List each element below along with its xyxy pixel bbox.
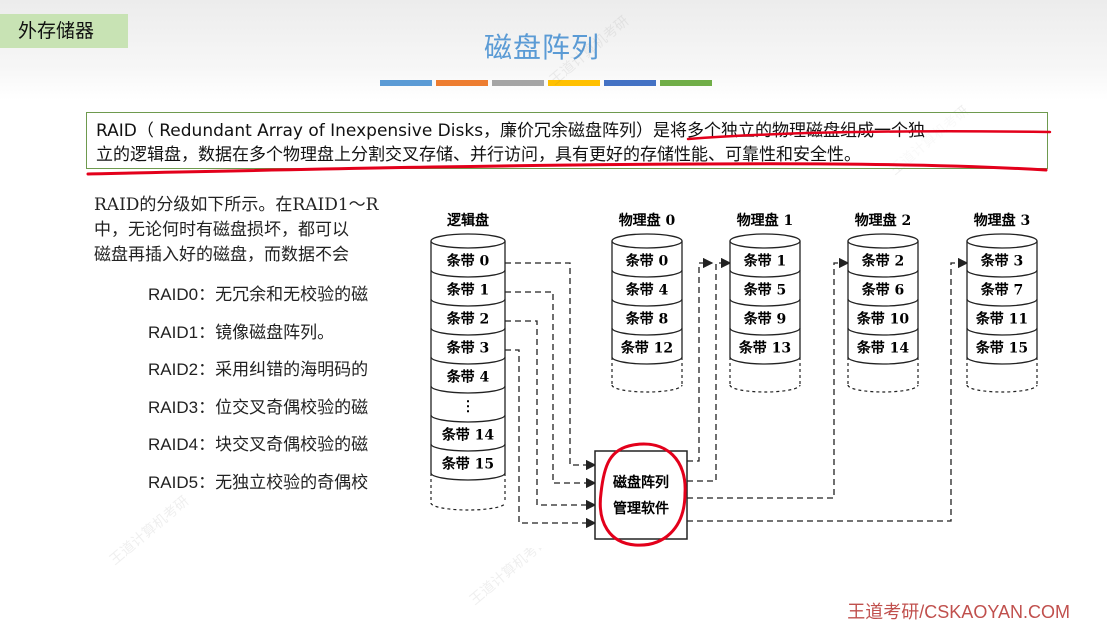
stripe-label: ⋮	[461, 399, 475, 415]
disk-cylinder: 条带 0 条带 1 条带 2 条带 3 条带 4 ⋮ 条带 14 条带 15 逻辑盘	[430, 212, 506, 511]
raid-level-list: RAID0：无冗余和无校验的磁 RAID1：镜像磁盘阵列。 RAID2：采用纠错…	[148, 283, 416, 508]
stripe-label: 条带 12	[620, 340, 673, 357]
accent-bar	[436, 80, 488, 86]
dashed-arrow	[505, 349, 597, 529]
disk-cylinder: 条带 0 条带 4 条带 8 条带 12 物理盘 0	[611, 212, 683, 393]
raid-level-code: RAID0：	[148, 285, 216, 304]
raid-level-item: RAID4：块交叉奇偶校验的磁	[148, 433, 416, 471]
raid-level-code: RAID3：	[148, 397, 216, 417]
stripe-label: 条带 6	[861, 282, 905, 299]
raid-level-code: RAID2：	[148, 360, 216, 379]
stripe-label: 条带 11	[975, 311, 1028, 328]
intro-line-3: 磁盘再插入好的磁盘，而数据不会	[94, 245, 349, 265]
raid-level-code: RAID4：	[148, 435, 216, 454]
raid-level-desc: 镜像磁盘阵列。	[215, 322, 335, 343]
disk-group: 条带 0条带 1条带 2条带 3条带 4⋮条带 14条带 15逻辑盘条带 0条带…	[430, 212, 1038, 511]
raid-level-item: RAID5：无独立校验的奇偶校	[148, 471, 416, 509]
raid-level-item: RAID3：位交叉奇偶校验的磁	[148, 396, 416, 434]
stripe-label: 条带 13	[738, 340, 791, 357]
stripe-label: 条带 1	[743, 253, 787, 270]
accent-bar	[380, 80, 432, 86]
disk-label: 物理盘 2	[855, 212, 912, 229]
stripe-label: 条带 0	[625, 253, 669, 270]
raid-level-desc: 无独立校验的奇偶校	[215, 472, 369, 493]
raid-level-item: RAID1：镜像磁盘阵列。	[148, 321, 416, 359]
stripe-label: 条带 1	[446, 282, 490, 299]
software-box-label-2: 管理软件	[613, 500, 669, 517]
raid-level-item: RAID2：采用纠错的海明码的	[148, 358, 416, 396]
stripe-label: 条带 8	[625, 311, 669, 328]
stripe-label: 条带 0	[446, 253, 490, 270]
disk-cylinder: 条带 1 条带 5 条带 9 条带 13 物理盘 1	[729, 212, 801, 393]
disk-cylinder: 条带 2 条带 6 条带 10 条带 14 物理盘 2	[847, 212, 919, 393]
raid-level-code: RAID5：	[148, 472, 216, 492]
definition-line-2: 立的逻辑盘，数据在多个物理盘上分割交叉存储、并行访问，具有更好的存储性能、可靠性…	[96, 145, 861, 165]
stripe-label: 条带 14	[856, 340, 910, 357]
raid-level-desc: 位交叉奇偶校验的磁	[215, 397, 369, 418]
stripe-label: 条带 7	[980, 282, 1024, 299]
dashed-arrow	[687, 257, 714, 462]
disk-label: 物理盘 1	[737, 212, 794, 229]
raid-definition-box: RAID（ Redundant Array of Inexpensive Dis…	[86, 112, 1048, 169]
page-title: 磁盘阵列	[483, 31, 600, 64]
intro-paragraph: RAID的分级如下所示。在RAID1～R 中，无论何时有磁盘损坏，都可以 磁盘再…	[94, 193, 424, 268]
dashed-arrow	[687, 257, 969, 522]
intro-line-2: 中，无论何时有磁盘损坏，都可以	[94, 220, 349, 240]
stripe-label: 条带 2	[861, 253, 905, 270]
accent-bar	[604, 80, 656, 86]
dashed-arrow	[687, 257, 732, 482]
footer-brand: 王道考研/CSKAOYAN.COM	[847, 602, 1070, 622]
disk-label: 逻辑盘	[447, 212, 489, 229]
definition-line-1: RAID（ Redundant Array of Inexpensive Dis…	[96, 121, 926, 141]
stripe-label: 条带 3	[980, 253, 1024, 270]
raid-level-desc: 块交叉奇偶校验的磁	[215, 435, 369, 455]
disk-label: 物理盘 3	[974, 212, 1031, 229]
stripe-label: 条带 10	[856, 311, 910, 328]
stripe-label: 条带 5	[743, 282, 787, 299]
stripe-label: 条带 15	[441, 456, 494, 473]
dashed-arrow	[505, 262, 597, 471]
software-box-label-1: 磁盘阵列	[613, 474, 669, 491]
raid-diagram-svg: 条带 0条带 1条带 2条带 3条带 4⋮条带 14条带 15逻辑盘条带 0条带…	[430, 212, 1038, 547]
stripe-label: 条带 9	[743, 311, 787, 328]
raid-level-item: RAID0：无冗余和无校验的磁	[148, 283, 416, 321]
raid-diagram: 条带 0 条带 1 条带 2 条带 3 条带 4 ⋮ 条带 14 条带 15 逻辑盘 条带 0 条带…	[405, 193, 1065, 548]
stripe-label: 条带 4	[625, 282, 669, 299]
accent-bar	[492, 80, 544, 86]
disk-label: 物理盘 0	[619, 212, 676, 229]
disk-cylinder: 条带 3 条带 7 条带 11 条带 15 物理盘 3	[966, 212, 1038, 393]
stripe-label: 条带 15	[975, 340, 1028, 357]
stripe-label: 条带 4	[446, 369, 490, 386]
intro-line-1: RAID的分级如下所示。在RAID1～R	[94, 195, 379, 215]
raid-level-desc: 采用纠错的海明码的	[215, 360, 369, 380]
raid-level-desc: 无冗余和无校验的磁	[215, 285, 369, 305]
raid-level-code: RAID1：	[148, 322, 216, 342]
stripe-label: 条带 3	[446, 340, 490, 357]
stripe-label: 条带 2	[446, 311, 490, 328]
accent-bar	[660, 80, 712, 86]
stripe-label: 条带 14	[441, 427, 495, 444]
